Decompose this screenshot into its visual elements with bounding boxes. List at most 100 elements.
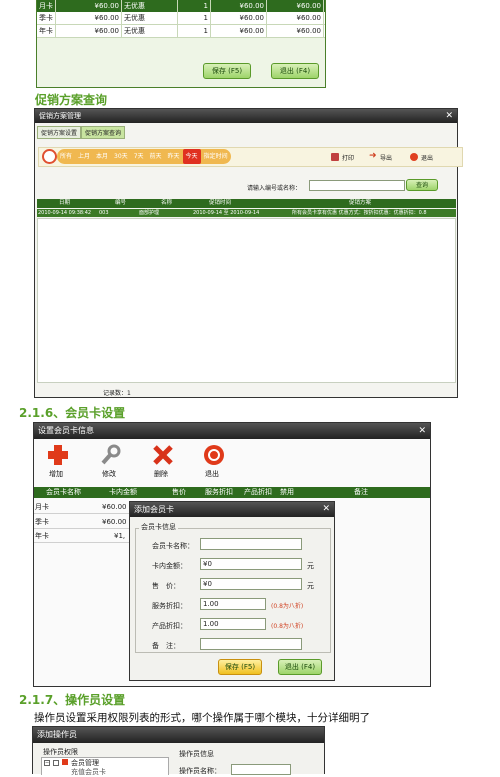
filter-day-before[interactable]: 前天: [147, 149, 165, 164]
save-button[interactable]: 保存 (F5): [203, 63, 251, 79]
operator-heading: 2.1.7、操作员设置: [19, 693, 126, 707]
service-discount-input[interactable]: 1.00: [200, 598, 266, 610]
amount-label: 卡内金额：: [152, 562, 187, 570]
promo-window: 促销方案管理 ✕ 促销方案设置 促销方案查询 所有 上月 本月 30天 7天 前天 昨天 今天…: [34, 108, 463, 398]
promo-table-body: [37, 218, 456, 383]
product-discount-label: 产品折扣：: [152, 622, 187, 630]
promo-table-header: 日期 编号 名称 促销时间 促销方案: [37, 199, 456, 208]
permission-tree: − 会员管理 充值会员卡: [41, 757, 169, 777]
close-icon[interactable]: ✕: [418, 423, 426, 439]
add-card-dialog: 添加会员卡 ✕ 会员卡信息 会员卡名称： 卡内金额： ¥0 元 售 价： ¥0 …: [129, 501, 335, 681]
filter-yesterday[interactable]: 昨天: [165, 149, 183, 164]
cell-count: 1: [178, 12, 211, 25]
cell-discount: 无优惠: [122, 25, 178, 38]
product-discount-hint: (0.8为八折): [271, 623, 304, 630]
exit-button[interactable]: 退出 (F4): [278, 659, 322, 675]
dialog-titlebar: 添加会员卡 ✕: [130, 502, 334, 517]
card-name-label: 会员卡名称：: [152, 542, 194, 550]
clock-icon: [42, 149, 57, 164]
record-count: 记录数：1: [103, 390, 131, 397]
export-button[interactable]: 导出: [380, 153, 392, 162]
price-input[interactable]: ¥0: [200, 578, 302, 590]
exit-button[interactable]: 退出: [205, 469, 219, 479]
operator-name-input[interactable]: [231, 764, 291, 775]
col-amount: 卡内金额: [109, 488, 137, 496]
close-icon[interactable]: ✕: [445, 109, 453, 123]
table-row[interactable]: 季卡 ¥60.00 无优惠 1 ¥60.00 ¥60.00: [37, 12, 325, 25]
cell-amount: ¥60.00: [56, 12, 122, 25]
export-icon[interactable]: ➜: [369, 151, 377, 161]
col-promo-scheme: 促销方案: [349, 200, 372, 206]
member-card-table-header: 会员卡名称 卡内金额 售价 服务折扣 产品折扣 禁用 备注: [34, 487, 430, 498]
cell-scheme: 所有会员卡享有优惠 优惠方式：按折扣优惠：优惠折扣：0.8: [292, 210, 427, 216]
add-operator-window: 添加操作员 操作员权限 − 会员管理 充值会员卡 操作员信息 操作员名称：: [32, 726, 325, 777]
add-button[interactable]: 增加: [49, 469, 63, 479]
print-button[interactable]: 打印: [342, 153, 354, 162]
exit-icon[interactable]: [410, 153, 418, 161]
tab-promo-settings[interactable]: 促销方案设置: [37, 126, 82, 139]
service-discount-hint: (0.8为八折): [271, 603, 304, 610]
delete-icon[interactable]: [152, 444, 174, 466]
member-card-title: 设置会员卡信息: [38, 426, 94, 435]
print-icon[interactable]: [331, 153, 339, 161]
cell-price: ¥60.00: [211, 12, 267, 25]
cell-price: ¥60.00: [211, 25, 267, 38]
search-input[interactable]: [309, 180, 405, 191]
cell-name: 季卡: [35, 518, 49, 526]
tab-promo-query[interactable]: 促销方案查询: [81, 126, 126, 139]
expand-icon[interactable]: −: [44, 760, 50, 766]
col-price: 售价: [172, 488, 186, 496]
checkbox[interactable]: [53, 760, 59, 766]
search-label: 请输入编号或名称：: [247, 185, 302, 192]
filter-custom[interactable]: 指定时间: [201, 149, 231, 164]
product-discount-input[interactable]: 1.00: [200, 618, 266, 630]
tree-item-recharge-card[interactable]: 充值会员卡: [71, 767, 106, 777]
table-row[interactable]: 季卡 ¥60.00: [34, 516, 129, 529]
table-row[interactable]: 年卡 ¥1,: [34, 530, 129, 543]
save-button[interactable]: 保存 (F5): [218, 659, 262, 675]
filter-7-days[interactable]: 7天: [131, 149, 147, 164]
cell-date: 2010-09-14 09:38:42: [38, 210, 92, 216]
service-discount-label: 服务折扣：: [152, 602, 187, 610]
operator-permission-label: 操作员权限: [43, 748, 78, 756]
col-date: 日期: [59, 200, 71, 206]
delete-button[interactable]: 删除: [154, 469, 168, 479]
table-row[interactable]: 年卡 ¥60.00 无优惠 1 ¥60.00 ¥60.00: [37, 25, 325, 38]
price-unit: 元: [307, 582, 314, 590]
group-label: 会员卡信息: [139, 522, 178, 532]
filter-all[interactable]: 所有: [57, 149, 75, 164]
wrench-icon[interactable]: [100, 444, 122, 466]
filter-last-month[interactable]: 上月: [75, 149, 93, 164]
cell-count: 1: [178, 25, 211, 38]
operator-description: 操作员设置采用权限列表的形式，哪个操作属于哪个模块，十分详细明了: [34, 712, 370, 724]
cell-total: ¥60.00: [267, 25, 324, 38]
table-row[interactable]: 月卡 ¥60.00: [34, 501, 129, 514]
col-promo-time: 促销时间: [209, 200, 232, 206]
exit-button[interactable]: 退出 (F4): [271, 63, 319, 79]
note-input[interactable]: [200, 638, 302, 650]
close-icon[interactable]: ✕: [322, 502, 330, 517]
query-button[interactable]: 查询: [406, 179, 438, 191]
cell-discount: 无优惠: [122, 12, 178, 25]
amount-unit: 元: [307, 562, 314, 570]
operator-titlebar: 添加操作员: [33, 727, 324, 743]
cell-total: ¥60.00: [267, 12, 324, 25]
col-disabled: 禁用: [280, 488, 294, 496]
cell-code: 003: [99, 210, 109, 216]
note-label: 备 注：: [152, 642, 180, 650]
cell-name: 季卡: [37, 12, 56, 25]
operator-name-label: 操作员名称：: [179, 767, 221, 775]
amount-input[interactable]: ¥0: [200, 558, 302, 570]
cell-amount: ¥60.00: [56, 25, 122, 38]
card-name-input[interactable]: [200, 538, 302, 550]
filter-today[interactable]: 今天: [182, 149, 201, 164]
add-icon[interactable]: [47, 444, 69, 466]
filter-this-month[interactable]: 本月: [93, 149, 111, 164]
filter-30-days[interactable]: 30天: [111, 149, 131, 164]
edit-button[interactable]: 修改: [102, 469, 116, 479]
exit-action[interactable]: 退出: [421, 153, 433, 162]
col-card-name: 会员卡名称: [46, 488, 81, 496]
table-row[interactable]: 2010-09-14 09:38:42 003 面部护理 2010-09-14 …: [37, 209, 456, 217]
operator-window-title: 添加操作员: [37, 730, 77, 739]
exit-icon[interactable]: [203, 444, 225, 466]
